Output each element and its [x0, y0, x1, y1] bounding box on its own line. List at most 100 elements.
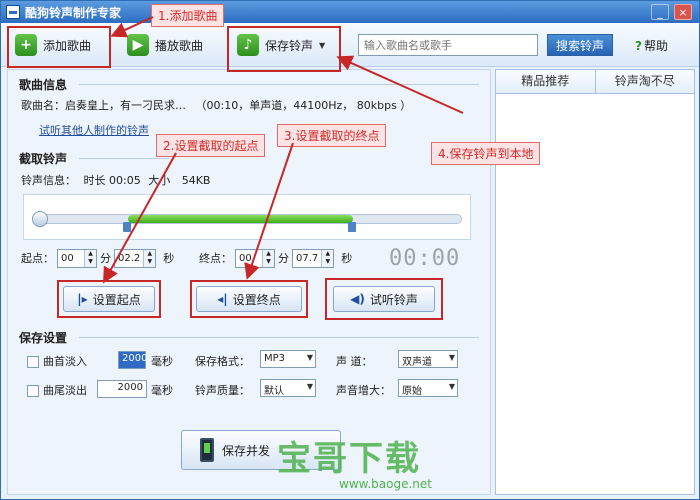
fade-in-label: 曲首淡入: [43, 355, 87, 368]
highlight-set-start: [57, 280, 161, 318]
fade-out-label: 曲尾淡出: [43, 384, 87, 397]
time-display: 00:00: [389, 246, 461, 271]
song-details: （00:10，单声道，44100Hz， 80kbps ）: [195, 99, 412, 112]
close-button[interactable]: ×: [674, 4, 692, 20]
search-input[interactable]: [358, 34, 538, 56]
minute-unit: 分: [278, 252, 289, 265]
format-select[interactable]: MP3 ▼: [260, 350, 316, 368]
format-label: 保存格式：: [195, 355, 250, 368]
fade-out-unit: 毫秒: [151, 384, 173, 397]
minimize-button[interactable]: _: [651, 4, 669, 20]
help-icon: ?: [635, 38, 642, 53]
song-info-heading: 歌曲信息: [19, 78, 68, 92]
save-and-send-label: 保存并发: [222, 443, 271, 458]
range-track[interactable]: [38, 214, 462, 224]
start-time-row: 起点： 00 ▲ ▼ 分 02.2 ▲ ▼ 秒: [21, 248, 174, 268]
fade-out-checkbox[interactable]: [27, 385, 39, 397]
annotation-step2: 2.设置截取的起点: [156, 134, 266, 157]
playhead-handle[interactable]: [32, 211, 48, 227]
selected-range: [128, 215, 353, 223]
search-ringtone-button[interactable]: 搜索铃声: [547, 34, 613, 56]
end-second-value: 07.7: [296, 252, 319, 264]
try-others-link[interactable]: 试听其他人制作的铃声: [39, 122, 149, 138]
format-value: MP3: [264, 353, 286, 364]
song-name-label: 歌曲名：: [21, 99, 65, 112]
volume-value: 原始: [402, 386, 422, 397]
volume-label: 声音增大：: [336, 384, 391, 397]
save-settings-heading: 保存设置: [19, 331, 68, 345]
highlight-preview: [325, 278, 443, 320]
fade-in-option: 曲首淡入: [27, 353, 87, 369]
size-value: 54KB: [181, 174, 211, 187]
stepper-arrows-icon[interactable]: ▲ ▼: [84, 249, 96, 267]
fade-in-checkbox[interactable]: [27, 356, 39, 368]
end-second-stepper[interactable]: 07.7 ▲ ▼: [292, 248, 335, 268]
duration-value: 00:05: [109, 174, 141, 187]
tab-featured[interactable]: 精品推荐: [496, 70, 596, 93]
fade-in-unit: 毫秒: [151, 355, 173, 368]
help-label: 帮助: [643, 39, 668, 53]
quality-value: 默认: [264, 386, 284, 397]
highlight-set-end: [190, 280, 308, 318]
recommendation-panel: 精品推荐 铃声淘不尽: [495, 69, 695, 495]
window-title: 酷狗铃声制作专家: [25, 6, 122, 20]
tab-more-ringtones[interactable]: 铃声淘不尽: [596, 70, 695, 93]
help-button[interactable]: ? 帮助: [635, 37, 668, 54]
volume-select[interactable]: 原始 ▼: [398, 379, 458, 397]
start-minute-stepper[interactable]: 00 ▲ ▼: [57, 248, 97, 268]
size-label: 大小: [148, 174, 171, 187]
fade-out-option: 曲尾淡出: [27, 382, 87, 398]
channel-value: 双声道: [402, 357, 432, 368]
ringtone-info: 铃声信息： 时长 00:05 大小 54KB: [21, 172, 210, 188]
chevron-down-icon: ▼: [448, 353, 455, 362]
capture-heading: 截取铃声: [19, 152, 68, 166]
stepper-arrows-icon[interactable]: ▲ ▼: [143, 249, 156, 267]
minute-unit: 分: [100, 252, 111, 265]
fade-in-field[interactable]: 2000: [118, 351, 147, 369]
app-window: 酷狗铃声制作专家 _ × + 添加歌曲 ▶ 播放歌曲 ♪ 保存铃声 ▼ 搜索铃声…: [0, 0, 700, 500]
play-song-button[interactable]: ▶ 播放歌曲: [127, 31, 203, 59]
watermark-url: www.baoge.net: [339, 477, 432, 491]
annotation-step3: 3.设置截取的终点: [277, 124, 387, 147]
channel-select[interactable]: 双声道 ▼: [398, 350, 458, 368]
end-minute-value: 00: [239, 252, 252, 264]
highlight-add-song: [7, 26, 111, 68]
end-label: 终点：: [199, 252, 232, 265]
play-song-label: 播放歌曲: [155, 38, 204, 53]
start-minute-value: 00: [61, 252, 74, 264]
song-info-line: 歌曲名：启奏皇上，有一刁民求… （00:10，单声道，44100Hz， 80kb…: [21, 97, 411, 113]
recommendation-tabs: 精品推荐 铃声淘不尽: [496, 70, 694, 94]
annotation-step4: 4.保存铃声到本地: [431, 142, 541, 165]
ringtone-info-label: 铃声信息：: [21, 174, 76, 187]
end-marker-handle[interactable]: [347, 222, 356, 232]
play-icon: ▶: [127, 34, 149, 56]
annotation-step1: 1.添加歌曲: [151, 4, 225, 27]
phone-icon: [200, 438, 214, 462]
site-watermark: 宝哥下载: [277, 439, 421, 479]
chevron-down-icon: ▼: [306, 353, 313, 362]
quality-select[interactable]: 默认 ▼: [260, 379, 316, 397]
duration-label: 时长: [83, 174, 106, 187]
waveform-selector: [23, 194, 471, 240]
start-second-value: 02.2: [118, 252, 141, 264]
highlight-save-ringtone: [227, 26, 341, 72]
start-label: 起点：: [21, 252, 54, 265]
stepper-arrows-icon[interactable]: ▲ ▼: [262, 249, 274, 267]
second-unit: 秒: [163, 252, 175, 265]
start-marker-handle[interactable]: [123, 222, 132, 232]
divider: [79, 84, 479, 85]
app-logo-icon: [6, 5, 20, 19]
end-time-row: 终点： 00 ▲ ▼ 分 07.7 ▲ ▼ 秒: [199, 248, 352, 268]
second-unit: 秒: [341, 252, 353, 265]
end-minute-stepper[interactable]: 00 ▲ ▼: [235, 248, 275, 268]
start-second-stepper[interactable]: 02.2 ▲ ▼: [114, 248, 157, 268]
chevron-down-icon: ▼: [306, 382, 313, 391]
divider: [79, 158, 169, 159]
quality-label: 铃声质量：: [195, 384, 250, 397]
stepper-arrows-icon[interactable]: ▲ ▼: [321, 249, 334, 267]
channel-label: 声 道：: [336, 355, 373, 368]
divider: [79, 337, 479, 338]
title-bar: 酷狗铃声制作专家 _ ×: [1, 1, 699, 23]
fade-out-field[interactable]: 2000: [97, 380, 147, 398]
chevron-down-icon: ▼: [448, 382, 455, 391]
